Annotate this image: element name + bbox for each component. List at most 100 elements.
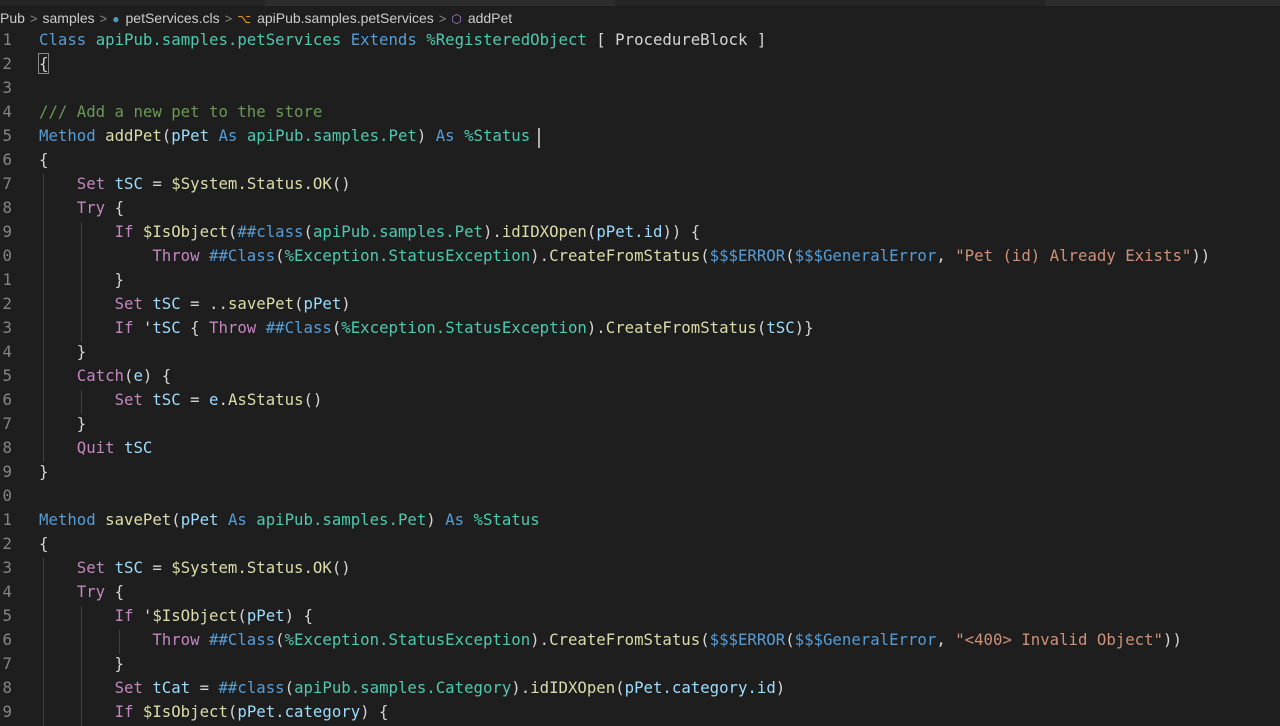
code-token: e xyxy=(209,390,219,409)
code-token: pPet xyxy=(180,510,219,529)
code-line[interactable]: 5 Method addPet(pPet As apiPub.samples.Pe… xyxy=(0,126,1280,150)
code-token: ( xyxy=(331,318,342,337)
code-text: Method savePet(pPet As apiPub.samples.Pe… xyxy=(39,510,540,529)
code-text: Set tSC = e.AsStatus() xyxy=(39,390,323,409)
code-token: ). xyxy=(482,222,502,241)
code-token: %Exception.StatusException xyxy=(284,630,531,649)
code-token: Method xyxy=(39,510,96,529)
code-token: ( xyxy=(227,222,238,241)
code-token: ' xyxy=(133,606,153,625)
code-line[interactable]: 4 Try { xyxy=(0,582,1280,606)
code-text: Throw ##Class(%Exception.StatusException… xyxy=(39,630,1182,649)
code-line[interactable]: 9 If $IsObject(pPet.category) { xyxy=(0,702,1280,726)
code-line[interactable]: 8 Try { xyxy=(0,198,1280,222)
code-text: { xyxy=(39,150,48,169)
code-token: = .. xyxy=(180,294,228,313)
code-token: , xyxy=(936,246,956,265)
code-token: )) { xyxy=(662,222,701,241)
code-line[interactable]: 5 If '$IsObject(pPet) { xyxy=(0,606,1280,630)
code-line[interactable]: 1 } xyxy=(0,270,1280,294)
code-token: Extends xyxy=(350,30,417,49)
code-line[interactable]: 7 Set tSC = $System.Status.OK() xyxy=(0,174,1280,198)
code-line[interactable]: 6{ xyxy=(0,150,1280,174)
code-line[interactable]: 9} xyxy=(0,462,1280,486)
code-token: [ ProcedureBlock ] xyxy=(586,30,767,49)
code-line[interactable]: 2{ xyxy=(0,53,1280,78)
code-token: tSC xyxy=(114,558,143,577)
code-token: %Exception.StatusException xyxy=(341,318,587,337)
code-line[interactable]: 1 Class apiPub.samples.petServices Extend… xyxy=(0,30,1280,54)
line-number: 9 xyxy=(2,222,12,241)
code-token: () xyxy=(303,390,323,409)
code-line[interactable]: 7 } xyxy=(0,654,1280,678)
code-token: ) xyxy=(426,510,446,529)
code-line[interactable]: 3 Set tSC = $System.Status.OK() xyxy=(0,558,1280,582)
code-line[interactable]: 8 Set tCat = ##class(apiPub.samples.Cate… xyxy=(0,678,1280,702)
code-line[interactable]: 3 xyxy=(0,78,1280,102)
code-line[interactable]: 9 If $IsObject(##class(apiPub.samples.Pe… xyxy=(0,222,1280,246)
code-token: /// Add a new pet to the store xyxy=(39,102,323,121)
line-number: 7 xyxy=(2,654,12,673)
code-text: Method addPet(pPet As apiPub.samples.Pet… xyxy=(39,126,530,145)
code-line[interactable]: 3 If 'tSC { Throw ##Class(%Exception.Sta… xyxy=(0,318,1280,342)
code-token: pPet.category.id xyxy=(624,678,776,697)
code-token: tSC xyxy=(152,318,181,337)
breadcrumb-item[interactable]: samples xyxy=(43,10,95,26)
code-line[interactable]: 1 Method savePet(pPet As apiPub.samples.P… xyxy=(0,510,1280,534)
breadcrumb-label: petServices.cls xyxy=(125,10,220,26)
code-line[interactable]: 5 Catch(e) { xyxy=(0,366,1280,390)
code-token: CreateFromStatus xyxy=(549,246,701,265)
code-token: If xyxy=(114,606,134,625)
code-text: Quit tSC xyxy=(39,438,153,457)
line-number: 2 xyxy=(2,54,12,73)
file-dot-icon: ● xyxy=(112,12,120,26)
code-line[interactable]: 7 } xyxy=(0,414,1280,438)
code-line[interactable]: 0 xyxy=(0,486,1280,510)
code-line[interactable]: 2 Set tSC = ..savePet(pPet) xyxy=(0,294,1280,318)
code-line[interactable]: 6 Throw ##Class(%Exception.StatusExcepti… xyxy=(0,630,1280,654)
breadcrumb-item[interactable]: ⬡ addPet xyxy=(451,10,512,26)
code-token: Try xyxy=(76,198,106,217)
code-text: Set tCat = ##class(apiPub.samples.Catego… xyxy=(39,678,786,697)
code-editor[interactable]: 1 Class apiPub.samples.petServices Extend… xyxy=(0,30,1280,726)
code-line[interactable]: 4 } xyxy=(0,342,1280,366)
code-line[interactable]: 6 Set tSC = e.AsStatus() xyxy=(0,390,1280,414)
code-token: } xyxy=(39,462,49,481)
code-line[interactable]: 8 Quit tSC xyxy=(0,438,1280,462)
breadcrumb-label: samples xyxy=(42,10,95,26)
code-token: As xyxy=(445,510,465,529)
code-token: { xyxy=(39,534,49,553)
code-token: ##class xyxy=(237,222,304,241)
breadcrumb-item[interactable]: ⌥ apiPub.samples.petServices xyxy=(237,10,433,26)
breadcrumb-item[interactable]: ● petServices.cls xyxy=(112,10,219,26)
code-token: ( xyxy=(284,678,295,697)
breadcrumb-item[interactable]: Pub xyxy=(0,10,25,26)
code-token: addPet xyxy=(105,126,162,145)
code-line[interactable]: 0 Throw ##Class(%Exception.StatusExcepti… xyxy=(0,246,1280,270)
code-token: ##Class xyxy=(209,246,276,265)
code-token: Try xyxy=(76,582,106,601)
code-token: = xyxy=(180,390,210,409)
code-text: Catch(e) { xyxy=(39,366,171,385)
code-text: If $IsObject(##class(apiPub.samples.Pet)… xyxy=(39,222,701,241)
code-token: Set xyxy=(114,678,143,697)
code-text: Set tSC = ..savePet(pPet) xyxy=(39,294,351,313)
code-token: CreateFromStatus xyxy=(605,318,757,337)
line-number: 6 xyxy=(2,150,12,169)
code-text: If $IsObject(pPet.category) { xyxy=(39,702,389,721)
line-number: 0 xyxy=(2,246,12,265)
code-line[interactable]: 2{ xyxy=(0,534,1280,558)
code-token: tSC xyxy=(766,318,795,337)
code-token: ( xyxy=(700,630,710,649)
code-line[interactable]: 4 /// Add a new pet to the store xyxy=(0,102,1280,126)
code-token: )) xyxy=(1163,630,1182,649)
